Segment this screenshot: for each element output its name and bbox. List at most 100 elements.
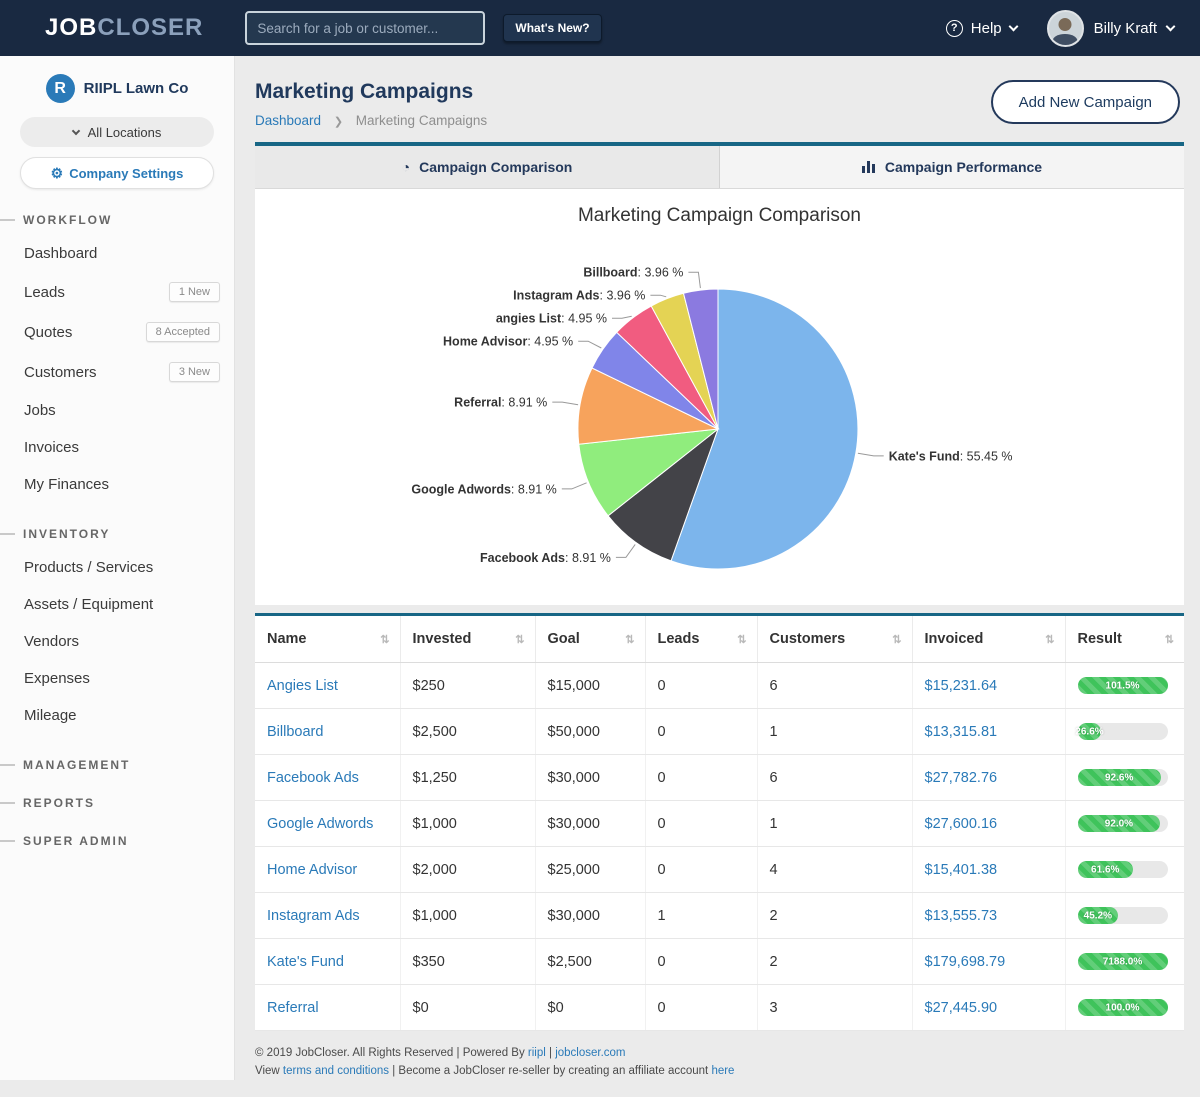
- invoiced-link[interactable]: $13,315.81: [925, 724, 998, 740]
- sidebar-item-leads[interactable]: Leads1 New: [0, 272, 234, 312]
- sidebar-item-my-finances[interactable]: My Finances: [0, 466, 234, 503]
- invoiced-link[interactable]: $15,231.64: [925, 678, 998, 694]
- invoiced-link[interactable]: $27,782.76: [925, 770, 998, 786]
- sidebar-item-invoices[interactable]: Invoices: [0, 429, 234, 466]
- invoiced-link[interactable]: $27,600.16: [925, 816, 998, 832]
- sidebar-section-label: WORKFLOW: [23, 213, 112, 227]
- sort-icon[interactable]: ⇅: [1045, 633, 1054, 646]
- sidebar-item-quotes[interactable]: Quotes8 Accepted: [0, 312, 234, 352]
- pie-label-billboard: Billboard: 3.96 %: [583, 266, 683, 280]
- campaign-link[interactable]: Billboard: [267, 724, 323, 740]
- logo-bold: JOB: [45, 14, 97, 41]
- sidebar-item-vendors[interactable]: Vendors: [0, 623, 234, 660]
- footer-text: View: [255, 1065, 283, 1077]
- table-row-google-adwords: Google Adwords$1,000$30,00001$27,600.169…: [255, 801, 1184, 847]
- app-logo[interactable]: JOBCLOSER: [45, 14, 203, 42]
- add-new-campaign-button[interactable]: Add New Campaign: [991, 80, 1180, 124]
- pie-label-connector: [650, 295, 666, 297]
- breadcrumb: Dashboard ❯ Marketing Campaigns: [255, 113, 487, 128]
- cell-result: 101.5%: [1065, 663, 1184, 709]
- terms-link[interactable]: terms and conditions: [283, 1065, 389, 1077]
- result-progress-fill: 26.6%: [1078, 723, 1102, 740]
- user-menu[interactable]: Billy Kraft: [1094, 20, 1174, 37]
- sidebar-item-customers[interactable]: Customers3 New: [0, 352, 234, 392]
- invoiced-link[interactable]: $13,555.73: [925, 908, 998, 924]
- sidebar-item-dashboard[interactable]: Dashboard: [0, 235, 234, 272]
- search-input[interactable]: [245, 11, 485, 45]
- avatar[interactable]: [1047, 10, 1084, 47]
- campaign-link[interactable]: Home Advisor: [267, 862, 357, 878]
- tab-campaign-performance[interactable]: Campaign Performance: [719, 146, 1184, 188]
- result-percentage: 101.5%: [1106, 680, 1140, 691]
- invoiced-link[interactable]: $27,445.90: [925, 1000, 998, 1016]
- pie-label-angies-list: angies List: 4.95 %: [496, 312, 607, 326]
- locations-dropdown[interactable]: All Locations: [20, 117, 214, 147]
- cell-goal: $0: [535, 985, 645, 1031]
- result-percentage: 92.0%: [1105, 818, 1133, 829]
- result-progress-track: 7188.0%: [1078, 953, 1168, 970]
- cell-goal: $2,500: [535, 939, 645, 985]
- campaign-link[interactable]: Referral: [267, 1000, 319, 1016]
- campaign-link[interactable]: Instagram Ads: [267, 908, 360, 924]
- cell-goal: $15,000: [535, 663, 645, 709]
- cell-invested: $1,000: [400, 893, 535, 939]
- column-label: Customers: [770, 631, 846, 647]
- company-header[interactable]: R RIIPL Lawn Co: [0, 74, 234, 103]
- campaign-link[interactable]: Kate's Fund: [267, 954, 344, 970]
- user-name: Billy Kraft: [1094, 20, 1157, 37]
- column-header-name[interactable]: Name⇅: [255, 616, 400, 663]
- sidebar-item-label: Mileage: [24, 707, 77, 724]
- breadcrumb-dashboard-link[interactable]: Dashboard: [255, 113, 321, 128]
- sidebar-item-expenses[interactable]: Expenses: [0, 660, 234, 697]
- sort-icon[interactable]: ⇅: [380, 633, 389, 646]
- cell-invoiced: $27,600.16: [912, 801, 1065, 847]
- sort-icon[interactable]: ⇅: [515, 633, 524, 646]
- sort-icon[interactable]: ⇅: [892, 633, 901, 646]
- cell-result: 26.6%: [1065, 709, 1184, 755]
- pie-label-connector: [578, 341, 601, 348]
- sidebar-item-label: Customers: [24, 364, 97, 381]
- whats-new-button[interactable]: What's New?: [503, 14, 601, 42]
- column-label: Goal: [548, 631, 580, 647]
- column-header-leads[interactable]: Leads⇅: [645, 616, 757, 663]
- invoiced-link[interactable]: $15,401.38: [925, 862, 998, 878]
- result-progress-track: 26.6%: [1078, 723, 1168, 740]
- cell-leads: 0: [645, 755, 757, 801]
- sort-icon[interactable]: ⇅: [737, 633, 746, 646]
- affiliate-link[interactable]: here: [711, 1065, 734, 1077]
- riipl-link[interactable]: riipl: [528, 1047, 546, 1059]
- result-progress-track: 92.0%: [1078, 815, 1168, 832]
- campaigns-table-card: Name⇅Invested⇅Goal⇅Leads⇅Customers⇅Invoi…: [255, 613, 1184, 1031]
- cell-result: 92.6%: [1065, 755, 1184, 801]
- tab-campaign-comparison[interactable]: ◔ Campaign Comparison: [255, 146, 719, 188]
- sidebar-item-mileage[interactable]: Mileage: [0, 697, 234, 734]
- sidebar-item-products-services[interactable]: Products / Services: [0, 549, 234, 586]
- campaign-link[interactable]: Facebook Ads: [267, 770, 359, 786]
- cell-name: Facebook Ads: [255, 755, 400, 801]
- column-header-customers[interactable]: Customers ⇅: [757, 616, 912, 663]
- cell-invoiced: $27,445.90: [912, 985, 1065, 1031]
- sort-icon[interactable]: ⇅: [625, 633, 634, 646]
- column-header-invoiced[interactable]: Invoiced⇅: [912, 616, 1065, 663]
- cell-result: 7188.0%: [1065, 939, 1184, 985]
- cell-goal: $30,000: [535, 801, 645, 847]
- sort-icon[interactable]: ⇅: [1165, 633, 1174, 646]
- cell-name: Billboard: [255, 709, 400, 755]
- sidebar-item-label: Products / Services: [24, 559, 153, 576]
- sidebar-item-label: Vendors: [24, 633, 79, 650]
- cell-invoiced: $13,555.73: [912, 893, 1065, 939]
- column-header-goal[interactable]: Goal ⇅: [535, 616, 645, 663]
- jobcloser-link[interactable]: jobcloser.com: [555, 1047, 625, 1059]
- company-settings-button[interactable]: ⚙ Company Settings: [20, 157, 214, 189]
- help-menu[interactable]: ? Help: [946, 20, 1017, 37]
- column-header-invested[interactable]: Invested⇅: [400, 616, 535, 663]
- campaign-link[interactable]: Angies List: [267, 678, 338, 694]
- column-header-result[interactable]: Result⇅: [1065, 616, 1184, 663]
- breadcrumb-current: Marketing Campaigns: [356, 113, 487, 128]
- result-progress-track: 101.5%: [1078, 677, 1168, 694]
- sidebar-item-jobs[interactable]: Jobs: [0, 392, 234, 429]
- invoiced-link[interactable]: $179,698.79: [925, 954, 1006, 970]
- sidebar-section-management: MANAGEMENT: [0, 758, 234, 772]
- campaign-link[interactable]: Google Adwords: [267, 816, 373, 832]
- sidebar-item-assets-equipment[interactable]: Assets / Equipment: [0, 586, 234, 623]
